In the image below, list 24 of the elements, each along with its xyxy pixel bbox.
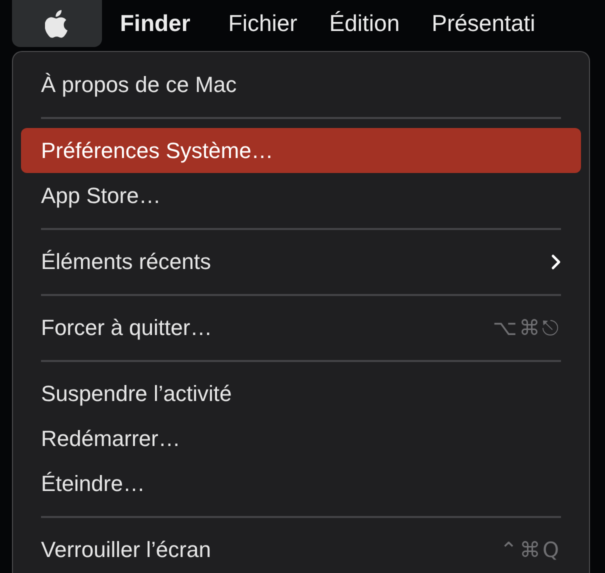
menu-item[interactable]: À propos de ce Mac — [21, 62, 581, 107]
menu-bar-item[interactable]: Édition — [323, 0, 406, 47]
menu-item[interactable]: Redémarrer… — [21, 416, 581, 461]
keyboard-shortcut: ⌥⌘⎋ — [492, 316, 561, 340]
menu-bar-item[interactable]: Présentati — [426, 0, 542, 47]
keyboard-shortcut: ⌃⌘Q — [500, 538, 561, 562]
menu-item-label: À propos de ce Mac — [41, 72, 238, 98]
menu-item-label: Éléments récents — [41, 248, 212, 274]
menu-bar-item[interactable]: Finder — [114, 0, 196, 47]
menu-item[interactable]: Préférences Système… — [21, 128, 581, 173]
menu-item-label: App Store… — [41, 182, 162, 208]
menu-item[interactable]: Suspendre l’activité — [21, 371, 581, 416]
menu-item-label: Redémarrer… — [41, 426, 182, 452]
menu-item-label: Verrouiller l’écran — [41, 536, 212, 562]
menu-item[interactable]: Éteindre… — [21, 461, 581, 506]
menu-item-label: Préférences Système… — [41, 138, 274, 164]
menu-item[interactable]: App Store… — [21, 173, 581, 218]
menu-item-label: Éteindre… — [41, 470, 146, 496]
menu-item-label: Forcer à quitter… — [41, 314, 214, 340]
menu-item[interactable]: Éléments récents — [21, 239, 581, 284]
menu-bar-item[interactable]: Fichier — [222, 0, 304, 47]
menu-item[interactable]: Verrouiller l’écran ⌃⌘Q — [21, 527, 581, 572]
menu-item[interactable]: Forcer à quitter… ⌥⌘⎋ — [21, 305, 581, 350]
menu-item-label: Suspendre l’activité — [41, 380, 233, 406]
